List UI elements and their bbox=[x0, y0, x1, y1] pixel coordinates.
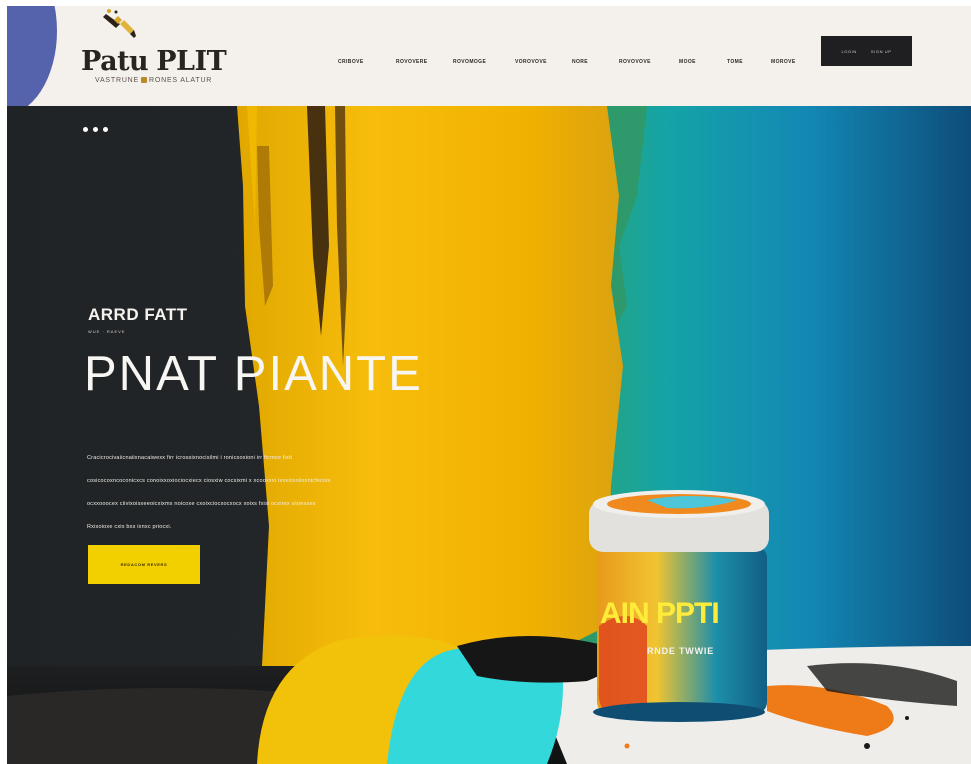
brand-tagline-left: VASTRUNE bbox=[95, 77, 139, 84]
header-cta-button[interactable]: LOGIN SIGN UP bbox=[821, 36, 912, 66]
brand-tagline: VASTRUNE RONES ALATUR bbox=[95, 77, 212, 84]
hero-headline: PNAT PIANTE bbox=[84, 347, 423, 401]
corner-decoration bbox=[7, 6, 57, 116]
brand-title-part2: PLIT bbox=[156, 46, 227, 77]
hero-body-line-1: Cracicrocivaiicnaiixnacaiwexx firr icros… bbox=[87, 455, 293, 461]
can-label: AIN PPTI bbox=[600, 597, 720, 630]
brand-logo[interactable]: Patu PLIT bbox=[81, 46, 227, 77]
nav-item-5[interactable]: NORE bbox=[572, 59, 588, 65]
page-frame: Patu PLIT VASTRUNE RONES ALATUR CRIBOVE RO… bbox=[7, 6, 971, 764]
can-sublabel: RNDE TWWIE bbox=[647, 646, 714, 656]
hero-eyebrow-small: WUE · RAEVE bbox=[88, 329, 126, 334]
slide-dot-1[interactable] bbox=[83, 127, 88, 132]
nav-item-2[interactable]: ROVOVERE bbox=[396, 59, 428, 65]
nav-item-1[interactable]: CRIBOVE bbox=[338, 59, 364, 65]
paint-artwork bbox=[7, 106, 971, 764]
nav-item-3[interactable]: ROVOMOGE bbox=[453, 59, 486, 65]
hero-body-line-4: Rxisoioxe cxix bxs ixnxc priocxi. bbox=[87, 524, 172, 530]
hero-body-line-2: cosicocoxncoconicxcs conoixxoxiociocxiec… bbox=[87, 478, 331, 484]
brush-dot-icon bbox=[141, 77, 147, 84]
brand-tagline-right: RONES ALATUR bbox=[149, 77, 213, 84]
hero-body-copy: Cracicrocivaiicnaiixnacaiwexx firr icros… bbox=[87, 447, 517, 539]
hero-section: ARRD FATT WUE · RAEVE PNAT PIANTE Cracic… bbox=[7, 106, 971, 764]
brand-title-part1: Patu bbox=[81, 46, 149, 77]
hero-eyebrow: ARRD FATT bbox=[88, 305, 188, 324]
hero-body-line-3: ocxxooocex ciivixoisxeeoicxixmx noicoxe … bbox=[87, 501, 316, 507]
slider-dots[interactable] bbox=[83, 127, 108, 132]
site-header: Patu PLIT VASTRUNE RONES ALATUR CRIBOVE RO… bbox=[7, 6, 971, 116]
cta-signup-label: SIGN UP bbox=[870, 48, 892, 54]
nav-item-7[interactable]: MOOE bbox=[679, 59, 696, 65]
hero-cta-button[interactable]: REDACOM REVERS bbox=[88, 545, 200, 584]
slide-dot-2[interactable] bbox=[93, 127, 98, 132]
nav-item-4[interactable]: VOROVOVE bbox=[515, 59, 547, 65]
cta-login-label: LOGIN bbox=[841, 48, 857, 54]
slide-dot-3[interactable] bbox=[103, 127, 108, 132]
nav-item-9[interactable]: MOROVE bbox=[771, 59, 796, 65]
paint-brush-icon bbox=[103, 9, 136, 38]
nav-item-6[interactable]: ROVOVOVE bbox=[619, 59, 651, 65]
nav-item-8[interactable]: TOME bbox=[727, 59, 743, 65]
